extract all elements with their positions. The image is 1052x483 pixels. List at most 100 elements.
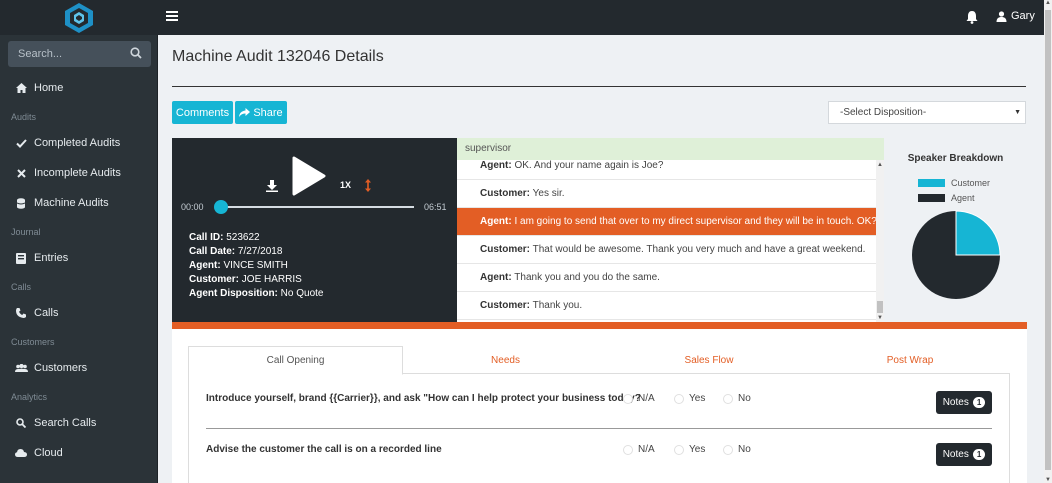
option-na[interactable]: N/A xyxy=(623,444,655,455)
radio[interactable] xyxy=(723,444,733,455)
share-button[interactable]: Share xyxy=(235,101,287,124)
call-date-label: Call Date: xyxy=(189,246,236,257)
transcript-text: Yes sir. xyxy=(532,188,565,199)
scroll-down-icon[interactable]: ▼ xyxy=(1045,477,1051,483)
caret-down-icon: ▼ xyxy=(1014,109,1021,116)
legend-customer: Customer xyxy=(918,178,990,188)
notes-count-badge: 1 xyxy=(972,397,986,408)
check-icon xyxy=(14,137,28,149)
agent-row: Agent: VINCE SMITH xyxy=(189,260,288,271)
bell-icon[interactable] xyxy=(966,10,978,24)
download-icon[interactable] xyxy=(266,180,278,192)
play-icon[interactable] xyxy=(290,156,326,196)
transcript-line[interactable]: Agent: OK. And your name again is Joe? xyxy=(457,152,876,180)
user-menu[interactable]: Gary xyxy=(996,10,1035,22)
radio[interactable] xyxy=(674,393,684,404)
sidebar: Home Audits Completed Audits Incomplete … xyxy=(0,35,158,483)
share-icon xyxy=(239,108,251,117)
seek-track[interactable] xyxy=(220,206,414,208)
option-no[interactable]: No xyxy=(723,444,751,455)
transcript-text: Thank you. xyxy=(532,300,583,311)
notes-count-badge: 1 xyxy=(972,449,986,460)
search-icon[interactable] xyxy=(130,47,142,59)
sidebar-item-entries[interactable]: Entries xyxy=(0,243,157,273)
sidebar-item-machine-audits[interactable]: Machine Audits xyxy=(0,188,157,218)
page-title: Machine Audit 132046 Details xyxy=(172,48,384,65)
notes-label: Notes xyxy=(942,449,969,460)
option-yes[interactable]: Yes xyxy=(674,393,705,404)
question-text: Introduce yourself, brand {{Carrier}}, a… xyxy=(206,393,641,404)
transcript-line-highlighted[interactable]: Agent: I am going to send that over to m… xyxy=(457,208,876,236)
option-yes[interactable]: Yes xyxy=(674,444,705,455)
sidebar-section-journal: Journal xyxy=(11,227,41,237)
radio[interactable] xyxy=(623,444,633,455)
playback-speed[interactable]: 1X xyxy=(340,180,351,190)
comments-button[interactable]: Comments xyxy=(172,101,233,124)
hamburger-icon[interactable] xyxy=(166,11,178,23)
sidebar-section-customers: Customers xyxy=(11,337,55,347)
transcript-line[interactable]: Customer: Yes sir. xyxy=(457,180,876,208)
sidebar-item-cloud[interactable]: Cloud xyxy=(0,438,157,468)
seek-handle[interactable] xyxy=(214,200,228,214)
app-logo-icon[interactable] xyxy=(62,2,96,34)
scroll-up-icon[interactable]: ▲ xyxy=(1045,0,1051,6)
tab-post-wrap[interactable]: Post Wrap xyxy=(810,346,1010,374)
sidebar-item-label: Cloud xyxy=(34,447,63,459)
pie-slice-customer xyxy=(955,210,1001,256)
notes-button[interactable]: Notes 1 xyxy=(936,443,992,466)
time-total: 06:51 xyxy=(424,202,447,212)
sidebar-item-home[interactable]: Home xyxy=(0,73,157,103)
customer-row: Customer: JOE HARRIS xyxy=(189,274,302,285)
transcript-scrollbar[interactable]: ▲ ▼ xyxy=(876,160,884,322)
sidebar-item-incomplete-audits[interactable]: Incomplete Audits xyxy=(0,158,157,188)
search-icon xyxy=(14,417,28,429)
tab-sales-flow[interactable]: Sales Flow xyxy=(608,346,810,374)
sidebar-item-completed-audits[interactable]: Completed Audits xyxy=(0,128,157,158)
tab-call-opening[interactable]: Call Opening xyxy=(188,346,403,375)
legend-swatch xyxy=(918,194,945,202)
transcript-line[interactable]: Agent: Thank you and you do the same. xyxy=(457,264,876,292)
legend-agent: Agent xyxy=(918,193,975,203)
audit-tabs: Call Opening Needs Sales Flow Post Wrap xyxy=(188,346,1010,375)
radio[interactable] xyxy=(723,393,733,404)
notes-label: Notes xyxy=(942,397,969,408)
transcript-line[interactable]: Customer: That would be awesome. Thank y… xyxy=(457,236,876,264)
transcript-line[interactable]: Customer: Thank you. xyxy=(457,292,876,320)
option-na[interactable]: N/A xyxy=(623,393,655,404)
scroll-down-icon[interactable]: ▼ xyxy=(877,315,883,321)
scrollbar-thumb[interactable] xyxy=(877,301,883,313)
volume-slider-icon[interactable] xyxy=(364,179,372,192)
option-label: No xyxy=(738,444,751,455)
option-no[interactable]: No xyxy=(723,393,751,404)
notes-button[interactable]: Notes 1 xyxy=(936,391,992,414)
radio[interactable] xyxy=(674,444,684,455)
sidebar-item-search-calls[interactable]: Search Calls xyxy=(0,408,157,438)
sidebar-item-label: Home xyxy=(34,82,64,94)
agent-disposition-value: No Quote xyxy=(280,288,324,299)
sidebar-item-customers[interactable]: Customers xyxy=(0,353,157,383)
sidebar-item-calls[interactable]: Calls xyxy=(0,298,157,328)
disposition-select[interactable]: -Select Disposition- ▼ xyxy=(828,101,1026,124)
call-date-row: Call Date: 7/27/2018 xyxy=(189,246,282,257)
question-text: Advise the customer the call is on a rec… xyxy=(206,444,442,455)
option-label: N/A xyxy=(638,444,655,455)
search-input[interactable] xyxy=(8,41,128,67)
transcript-speaker: Customer: xyxy=(480,244,531,255)
transcript-text: OK. And your name again is Joe? xyxy=(514,160,664,171)
sidebar-item-label: Completed Audits xyxy=(34,137,121,149)
page-scrollbar[interactable]: ▲ ▼ xyxy=(1044,0,1052,483)
transcript-speaker: Customer: xyxy=(480,188,531,199)
speaker-breakdown-title: Speaker Breakdown xyxy=(907,153,1004,164)
tab-needs[interactable]: Needs xyxy=(403,346,608,374)
times-icon xyxy=(14,167,28,179)
option-label: Yes xyxy=(689,393,706,404)
comments-button-label: Comments xyxy=(175,106,230,119)
user-name: Gary xyxy=(1011,10,1035,22)
radio[interactable] xyxy=(623,393,633,404)
scroll-up-icon[interactable]: ▲ xyxy=(877,162,883,168)
title-divider xyxy=(172,86,1026,87)
scrollbar-thumb[interactable] xyxy=(1045,10,1051,470)
transcript-text: That would be awesome. Thank you very mu… xyxy=(532,244,866,255)
sidebar-item-label: Machine Audits xyxy=(34,197,109,209)
transcript-speaker: Customer: xyxy=(480,300,531,311)
